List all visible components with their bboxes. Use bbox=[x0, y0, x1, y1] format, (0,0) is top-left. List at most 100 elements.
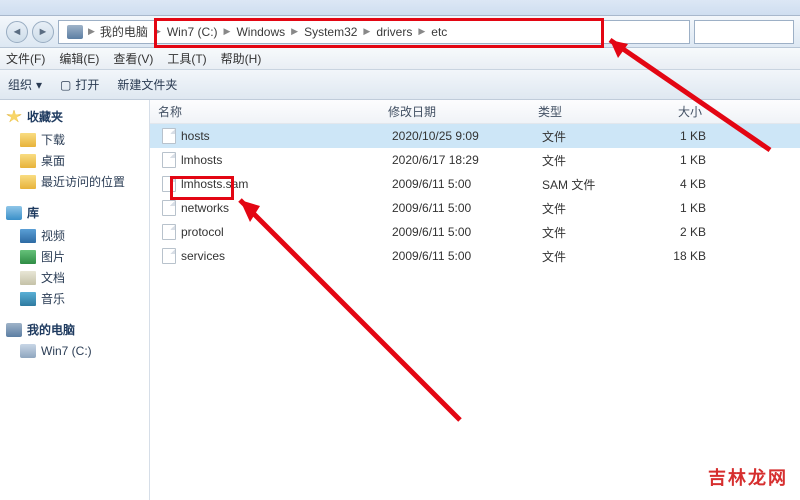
file-row[interactable]: networks 2009/6/11 5:00文件1 KB bbox=[150, 196, 800, 220]
library-icon bbox=[6, 206, 22, 220]
file-size: 1 KB bbox=[634, 129, 714, 143]
file-row[interactable]: lmhosts.sam2009/6/11 5:00SAM 文件4 KB bbox=[150, 172, 800, 196]
sidebar-item-drive-c[interactable]: Win7 (C:) bbox=[6, 342, 143, 360]
breadcrumb-seg-3[interactable]: drivers bbox=[372, 25, 416, 39]
chevron-right-icon: ▶ bbox=[361, 26, 372, 37]
chevron-right-icon: ▶ bbox=[222, 26, 233, 37]
file-name: protocol bbox=[181, 225, 224, 239]
computer-icon bbox=[6, 323, 22, 337]
sidebar: 收藏夹 下载 桌面 最近访问的位置 库 视频 图片 文档 音乐 我的电脑 Win… bbox=[0, 100, 150, 500]
file-name: services bbox=[181, 249, 225, 263]
sidebar-item-label: 文档 bbox=[41, 269, 65, 286]
sidebar-item-documents[interactable]: 文档 bbox=[6, 267, 143, 288]
file-icon bbox=[162, 152, 176, 168]
sidebar-item-recent[interactable]: 最近访问的位置 bbox=[6, 171, 143, 192]
file-date: 2009/6/11 5:00 bbox=[384, 201, 534, 215]
file-name: lmhosts bbox=[181, 153, 222, 167]
file-type: 文件 bbox=[534, 152, 634, 169]
music-icon bbox=[20, 292, 36, 306]
sidebar-item-music[interactable]: 音乐 bbox=[6, 288, 143, 309]
search-input[interactable] bbox=[694, 20, 794, 44]
column-headers: 名称 修改日期 类型 大小 bbox=[150, 100, 800, 124]
sidebar-item-label: 下载 bbox=[41, 131, 65, 148]
menu-tools[interactable]: 工具(T) bbox=[167, 50, 206, 67]
folder-icon bbox=[20, 154, 36, 168]
folder-icon bbox=[20, 175, 36, 189]
watermark: 吉林龙网 bbox=[708, 464, 788, 490]
new-folder-button[interactable]: 新建文件夹 bbox=[117, 76, 177, 93]
back-button[interactable]: ◄ bbox=[6, 21, 28, 43]
file-name: lmhosts.sam bbox=[181, 177, 248, 191]
chevron-right-icon: ▶ bbox=[152, 26, 163, 37]
file-date: 2020/10/25 9:09 bbox=[384, 129, 534, 143]
file-icon bbox=[162, 224, 176, 240]
video-icon bbox=[20, 229, 36, 243]
menu-help[interactable]: 帮助(H) bbox=[221, 50, 262, 67]
menu-file[interactable]: 文件(F) bbox=[6, 50, 45, 67]
file-type: SAM 文件 bbox=[534, 176, 634, 193]
sidebar-item-label: 音乐 bbox=[41, 290, 65, 307]
toolbar: 组织 ▾ ▢ 打开 新建文件夹 bbox=[0, 70, 800, 100]
star-icon bbox=[6, 110, 22, 124]
folder-icon bbox=[20, 133, 36, 147]
file-type: 文件 bbox=[534, 200, 634, 217]
file-row[interactable]: lmhosts 2020/6/17 18:29文件1 KB bbox=[150, 148, 800, 172]
chevron-right-icon: ▶ bbox=[86, 26, 97, 37]
sidebar-item-label: Win7 (C:) bbox=[41, 344, 92, 358]
titlebar bbox=[0, 0, 800, 16]
organize-label: 组织 bbox=[8, 76, 32, 93]
forward-button[interactable]: ► bbox=[32, 21, 54, 43]
col-date[interactable]: 修改日期 bbox=[380, 103, 530, 120]
file-date: 2009/6/11 5:00 bbox=[384, 249, 534, 263]
file-date: 2009/6/11 5:00 bbox=[384, 177, 534, 191]
file-row[interactable]: services 2009/6/11 5:00文件18 KB bbox=[150, 244, 800, 268]
sidebar-computer[interactable]: 我的电脑 bbox=[6, 321, 143, 338]
menu-bar: 文件(F) 编辑(E) 查看(V) 工具(T) 帮助(H) bbox=[0, 48, 800, 70]
address-bar: ◄ ► ▶ 我的电脑 ▶ Win7 (C:) ▶ Windows ▶ Syste… bbox=[0, 16, 800, 48]
sidebar-item-videos[interactable]: 视频 bbox=[6, 225, 143, 246]
file-type: 文件 bbox=[534, 248, 634, 265]
sidebar-item-label: 最近访问的位置 bbox=[41, 173, 125, 190]
sidebar-item-pictures[interactable]: 图片 bbox=[6, 246, 143, 267]
open-label: 打开 bbox=[75, 76, 99, 93]
col-name[interactable]: 名称 bbox=[150, 103, 380, 120]
breadcrumb-seg-1[interactable]: Windows bbox=[232, 25, 289, 39]
menu-edit[interactable]: 编辑(E) bbox=[59, 50, 99, 67]
sidebar-libraries[interactable]: 库 bbox=[6, 204, 143, 221]
file-row[interactable]: protocol 2009/6/11 5:00文件2 KB bbox=[150, 220, 800, 244]
open-button[interactable]: ▢ 打开 bbox=[60, 76, 99, 93]
file-row[interactable]: hosts 2020/10/25 9:09文件1 KB bbox=[150, 124, 800, 148]
file-list: 名称 修改日期 类型 大小 hosts2020/10/25 9:09文件1 KB… bbox=[150, 100, 800, 500]
chevron-right-icon: ▶ bbox=[289, 26, 300, 37]
file-size: 1 KB bbox=[634, 153, 714, 167]
sidebar-favorites[interactable]: 收藏夹 bbox=[6, 108, 143, 125]
sidebar-libraries-label: 库 bbox=[27, 204, 39, 221]
menu-view[interactable]: 查看(V) bbox=[113, 50, 153, 67]
file-size: 1 KB bbox=[634, 201, 714, 215]
breadcrumb[interactable]: ▶ 我的电脑 ▶ Win7 (C:) ▶ Windows ▶ System32 … bbox=[58, 20, 690, 44]
sidebar-item-downloads[interactable]: 下载 bbox=[6, 129, 143, 150]
drive-icon bbox=[20, 344, 36, 358]
breadcrumb-root[interactable]: ▶ 我的电脑 bbox=[63, 23, 152, 40]
file-icon bbox=[162, 128, 176, 144]
sidebar-favorites-label: 收藏夹 bbox=[27, 108, 63, 125]
breadcrumb-seg-4[interactable]: etc bbox=[427, 25, 451, 39]
col-type[interactable]: 类型 bbox=[530, 103, 630, 120]
organize-button[interactable]: 组织 ▾ bbox=[8, 76, 42, 93]
file-date: 2009/6/11 5:00 bbox=[384, 225, 534, 239]
file-type: 文件 bbox=[534, 128, 634, 145]
file-date: 2020/6/17 18:29 bbox=[384, 153, 534, 167]
computer-icon bbox=[67, 25, 83, 39]
document-icon bbox=[20, 271, 36, 285]
breadcrumb-seg-0[interactable]: Win7 (C:) bbox=[163, 25, 222, 39]
file-name: networks bbox=[181, 201, 229, 215]
file-size: 18 KB bbox=[634, 249, 714, 263]
file-icon bbox=[162, 176, 176, 192]
sidebar-item-desktop[interactable]: 桌面 bbox=[6, 150, 143, 171]
file-size: 2 KB bbox=[634, 225, 714, 239]
col-size[interactable]: 大小 bbox=[630, 103, 710, 120]
file-name: hosts bbox=[181, 129, 210, 143]
file-type: 文件 bbox=[534, 224, 634, 241]
sidebar-item-label: 图片 bbox=[41, 248, 65, 265]
breadcrumb-seg-2[interactable]: System32 bbox=[300, 25, 361, 39]
